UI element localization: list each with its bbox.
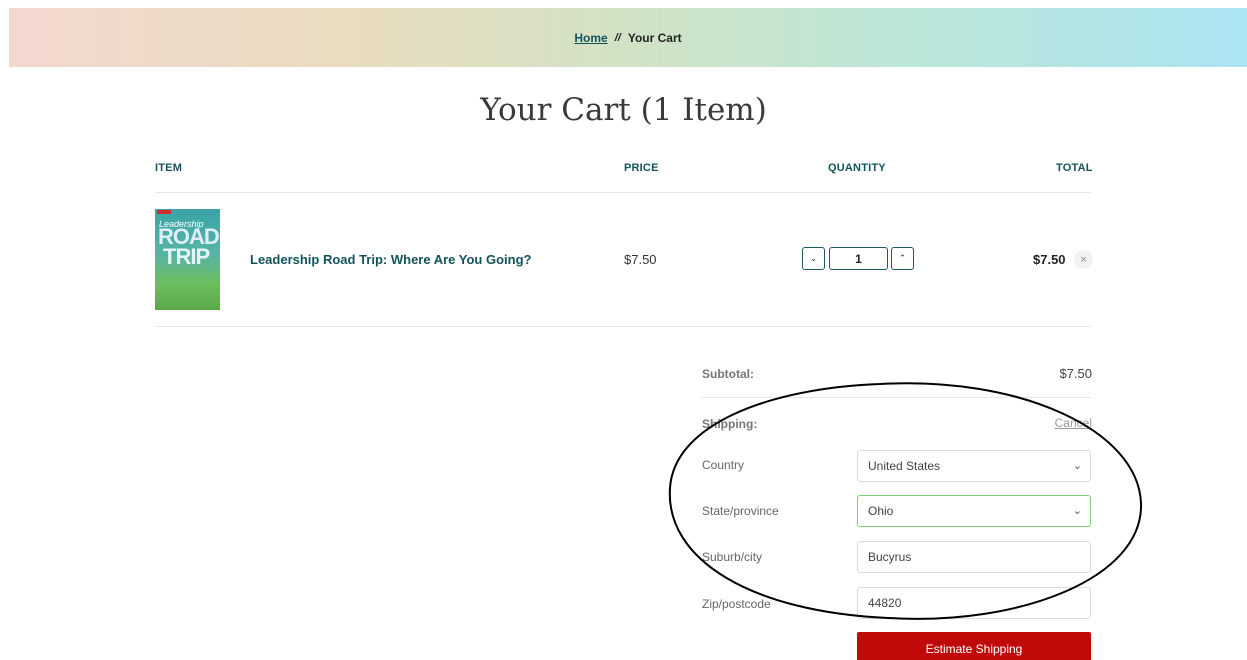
table-divider-bottom: [155, 326, 1091, 327]
column-header-price: PRICE: [624, 162, 659, 174]
chevron-down-icon: ⌄: [809, 253, 818, 263]
product-line-total: $7.50: [1033, 252, 1066, 267]
chevron-up-icon: ⌃: [898, 253, 907, 263]
shipping-label: Shipping:: [702, 417, 758, 431]
state-select-value: Ohio: [868, 504, 894, 518]
quantity-input[interactable]: [829, 247, 888, 270]
estimate-shipping-button[interactable]: Estimate Shipping: [857, 632, 1091, 660]
chevron-down-icon: ⌄: [1072, 460, 1082, 472]
page-title: Your Cart (1 Item): [480, 92, 767, 128]
remove-item-button[interactable]: ×: [1074, 250, 1093, 269]
zip-label: Zip/postcode: [702, 597, 771, 611]
column-header-item: ITEM: [155, 162, 183, 174]
subtotal-value: $7.50: [1059, 366, 1092, 381]
thumbnail-text-line3: TRIP: [163, 244, 210, 269]
column-header-total: TOTAL: [1056, 162, 1093, 174]
summary-divider: [702, 397, 1091, 398]
state-select[interactable]: Ohio ⌄: [857, 495, 1091, 527]
country-label: Country: [702, 458, 745, 472]
subtotal-label: Subtotal:: [702, 367, 754, 381]
zip-input[interactable]: [857, 587, 1091, 619]
breadcrumb-separator: //: [614, 31, 621, 44]
thumbnail-tag: [157, 210, 171, 214]
country-select[interactable]: United States ⌄: [857, 450, 1091, 482]
column-header-quantity: QUANTITY: [828, 162, 886, 174]
chevron-down-icon: ⌄: [1072, 505, 1082, 517]
table-divider-top: [155, 192, 1091, 193]
breadcrumb-home-link[interactable]: Home: [574, 31, 607, 45]
product-price: $7.50: [624, 252, 657, 267]
shipping-cancel-link[interactable]: Cancel: [1055, 416, 1092, 430]
product-name-link[interactable]: Leadership Road Trip: Where Are You Goin…: [250, 252, 531, 267]
breadcrumb-banner: Home // Your Cart: [9, 8, 1247, 67]
quantity-decrease-button[interactable]: ⌄: [802, 247, 825, 270]
quantity-increase-button[interactable]: ⌃: [891, 247, 914, 270]
close-icon: ×: [1080, 253, 1087, 266]
breadcrumb-current: Your Cart: [627, 30, 682, 45]
city-label: Suburb/city: [702, 550, 763, 564]
city-input[interactable]: [857, 541, 1091, 573]
state-label: State/province: [702, 504, 779, 518]
country-select-value: United States: [868, 459, 941, 473]
product-thumbnail[interactable]: Leadership ROAD TRIP: [155, 209, 220, 310]
